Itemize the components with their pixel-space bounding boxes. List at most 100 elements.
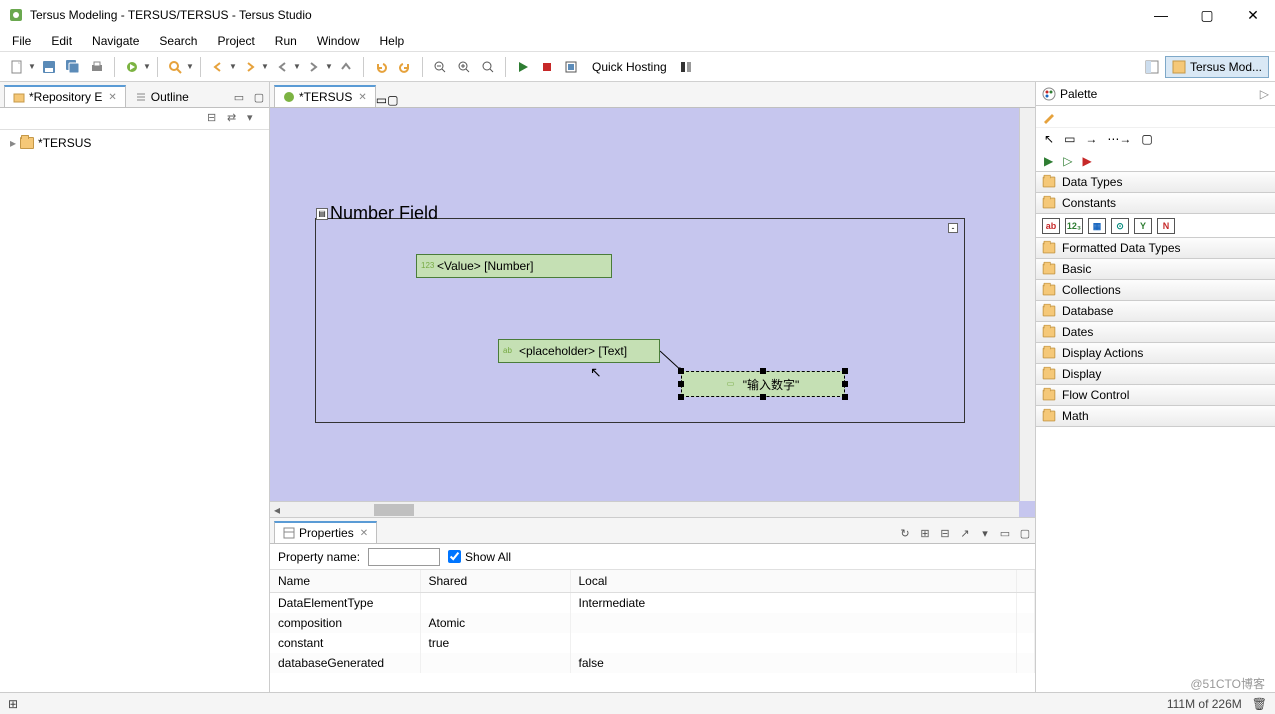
marquee-tool[interactable]: ▭ (1064, 132, 1075, 146)
dotted-connector-tool[interactable]: ⋯→ (1107, 132, 1131, 146)
cat-constants[interactable]: Constants (1036, 192, 1275, 214)
const-date-icon[interactable]: ▦ (1088, 218, 1106, 234)
prop-tool-3[interactable]: ⊟ (937, 527, 953, 543)
nav-back-button[interactable] (271, 56, 293, 78)
menu-search[interactable]: Search (151, 32, 205, 50)
palette-collapse-icon[interactable]: ▷ (1260, 87, 1269, 101)
nav-next-button[interactable] (239, 56, 261, 78)
new-element-tool[interactable]: ▢ (1141, 132, 1152, 146)
menu-window[interactable]: Window (309, 32, 368, 50)
stop-button[interactable] (536, 56, 558, 78)
col-name[interactable]: Name (270, 570, 420, 593)
perspective-switcher[interactable]: Tersus Mod... (1165, 56, 1269, 78)
step-tool[interactable]: ▷ (1063, 154, 1072, 168)
const-time-icon[interactable]: ⊙ (1111, 218, 1129, 234)
zoom-fit-button[interactable] (477, 56, 499, 78)
stop-tool[interactable]: ▶ (1082, 154, 1091, 168)
col-shared[interactable]: Shared (420, 570, 570, 593)
tree-root-item[interactable]: ▸ *TERSUS (10, 134, 259, 152)
prop-minimize-icon[interactable]: ▭ (997, 527, 1013, 543)
cat-formatted[interactable]: Formatted Data Types (1036, 237, 1275, 259)
prop-tool-1[interactable]: ↻ (897, 527, 913, 543)
table-row[interactable]: databaseGeneratedfalse (270, 653, 1035, 673)
number-field-box[interactable]: ▤ Number Field - 123 <Value> [Number] ab… (315, 218, 965, 423)
collapse-box-icon[interactable]: - (948, 223, 958, 233)
cat-math[interactable]: Math (1036, 405, 1275, 427)
cat-display[interactable]: Display (1036, 363, 1275, 385)
run-tool[interactable]: ▶ (1044, 154, 1053, 168)
nav-up-button[interactable] (335, 56, 357, 78)
quick-hosting-label[interactable]: Quick Hosting (592, 60, 667, 74)
show-all-checkbox[interactable]: Show All (448, 550, 511, 564)
diagram-canvas[interactable]: ▤ Number Field - 123 <Value> [Number] ab… (270, 108, 1035, 517)
const-text-icon[interactable]: ab (1042, 218, 1060, 234)
run-config-button[interactable] (121, 56, 143, 78)
tab-outline[interactable]: Outline (126, 86, 198, 107)
select-tool[interactable]: ↖ (1044, 132, 1054, 146)
cat-basic[interactable]: Basic (1036, 258, 1275, 280)
cat-data-types[interactable]: Data Types (1036, 171, 1275, 193)
close-button[interactable]: ✕ (1239, 7, 1267, 24)
hosting-icon[interactable] (675, 56, 697, 78)
menu-project[interactable]: Project (209, 32, 262, 50)
prop-tool-2[interactable]: ⊞ (917, 527, 933, 543)
new-dropdown[interactable]: ▼ (28, 62, 36, 71)
const-no-icon[interactable]: N (1157, 218, 1175, 234)
property-name-input[interactable] (368, 548, 440, 566)
minimize-button[interactable]: — (1147, 7, 1175, 24)
tab-properties[interactable]: Properties ✕ (274, 521, 377, 543)
link-editor-icon[interactable]: ⇄ (227, 111, 243, 127)
editor-minimize-icon[interactable]: ▭ (376, 93, 387, 107)
const-number-icon[interactable]: 12₃ (1065, 218, 1083, 234)
maximize-button[interactable]: ▢ (1193, 7, 1221, 24)
close-properties-icon[interactable]: ✕ (360, 528, 368, 539)
close-editor-icon[interactable]: ✕ (358, 92, 366, 103)
placeholder-node[interactable]: ab <placeholder> [Text] (498, 339, 660, 363)
cat-display-actions[interactable]: Display Actions (1036, 342, 1275, 364)
deploy-button[interactable] (560, 56, 582, 78)
menu-edit[interactable]: Edit (43, 32, 80, 50)
redo-button[interactable] (394, 56, 416, 78)
new-button[interactable] (6, 56, 28, 78)
cat-flow-control[interactable]: Flow Control (1036, 384, 1275, 406)
connector-tool[interactable]: → (1085, 132, 1097, 146)
tab-repository[interactable]: *Repository E ✕ (4, 85, 126, 107)
collapse-all-icon[interactable]: ⊟ (207, 111, 223, 127)
text-constant-node[interactable]: ▭ "输入数字" (681, 371, 845, 397)
run-config-dropdown[interactable]: ▼ (143, 62, 151, 71)
print-button[interactable] (86, 56, 108, 78)
table-row[interactable]: DataElementTypeIntermediate (270, 593, 1035, 614)
cat-database[interactable]: Database (1036, 300, 1275, 322)
menu-file[interactable]: File (4, 32, 39, 50)
editor-tab-tersus[interactable]: *TERSUS ✕ (274, 85, 376, 107)
prop-tool-4[interactable]: ↗ (957, 527, 973, 543)
save-all-button[interactable] (62, 56, 84, 78)
view-minimize-icon[interactable]: ▭ (231, 91, 247, 107)
search-dropdown[interactable]: ▼ (186, 62, 194, 71)
cat-collections[interactable]: Collections (1036, 279, 1275, 301)
col-local[interactable]: Local (570, 570, 1017, 593)
palette-brush-row[interactable] (1036, 106, 1275, 128)
menu-run[interactable]: Run (267, 32, 305, 50)
menu-help[interactable]: Help (372, 32, 413, 50)
open-perspective-button[interactable] (1141, 56, 1163, 78)
zoom-in-button[interactable] (453, 56, 475, 78)
horizontal-scrollbar[interactable]: ◂ (270, 501, 1019, 517)
value-node[interactable]: 123 <Value> [Number] (416, 254, 612, 278)
prop-view-menu[interactable]: ▾ (977, 527, 993, 543)
zoom-out-button[interactable] (429, 56, 451, 78)
show-all-input[interactable] (448, 550, 461, 563)
menu-navigate[interactable]: Navigate (84, 32, 147, 50)
view-maximize-icon[interactable]: ▢ (251, 91, 267, 107)
cat-dates[interactable]: Dates (1036, 321, 1275, 343)
gc-button[interactable]: 🗑 (1252, 697, 1267, 711)
view-menu-icon[interactable]: ▾ (247, 111, 263, 127)
vertical-scrollbar[interactable] (1019, 108, 1035, 501)
prop-maximize-icon[interactable]: ▢ (1017, 527, 1033, 543)
close-tab-icon[interactable]: ✕ (108, 92, 116, 103)
const-yes-icon[interactable]: Y (1134, 218, 1152, 234)
nav-fwd-button[interactable] (303, 56, 325, 78)
search-button[interactable] (164, 56, 186, 78)
undo-button[interactable] (370, 56, 392, 78)
save-button[interactable] (38, 56, 60, 78)
